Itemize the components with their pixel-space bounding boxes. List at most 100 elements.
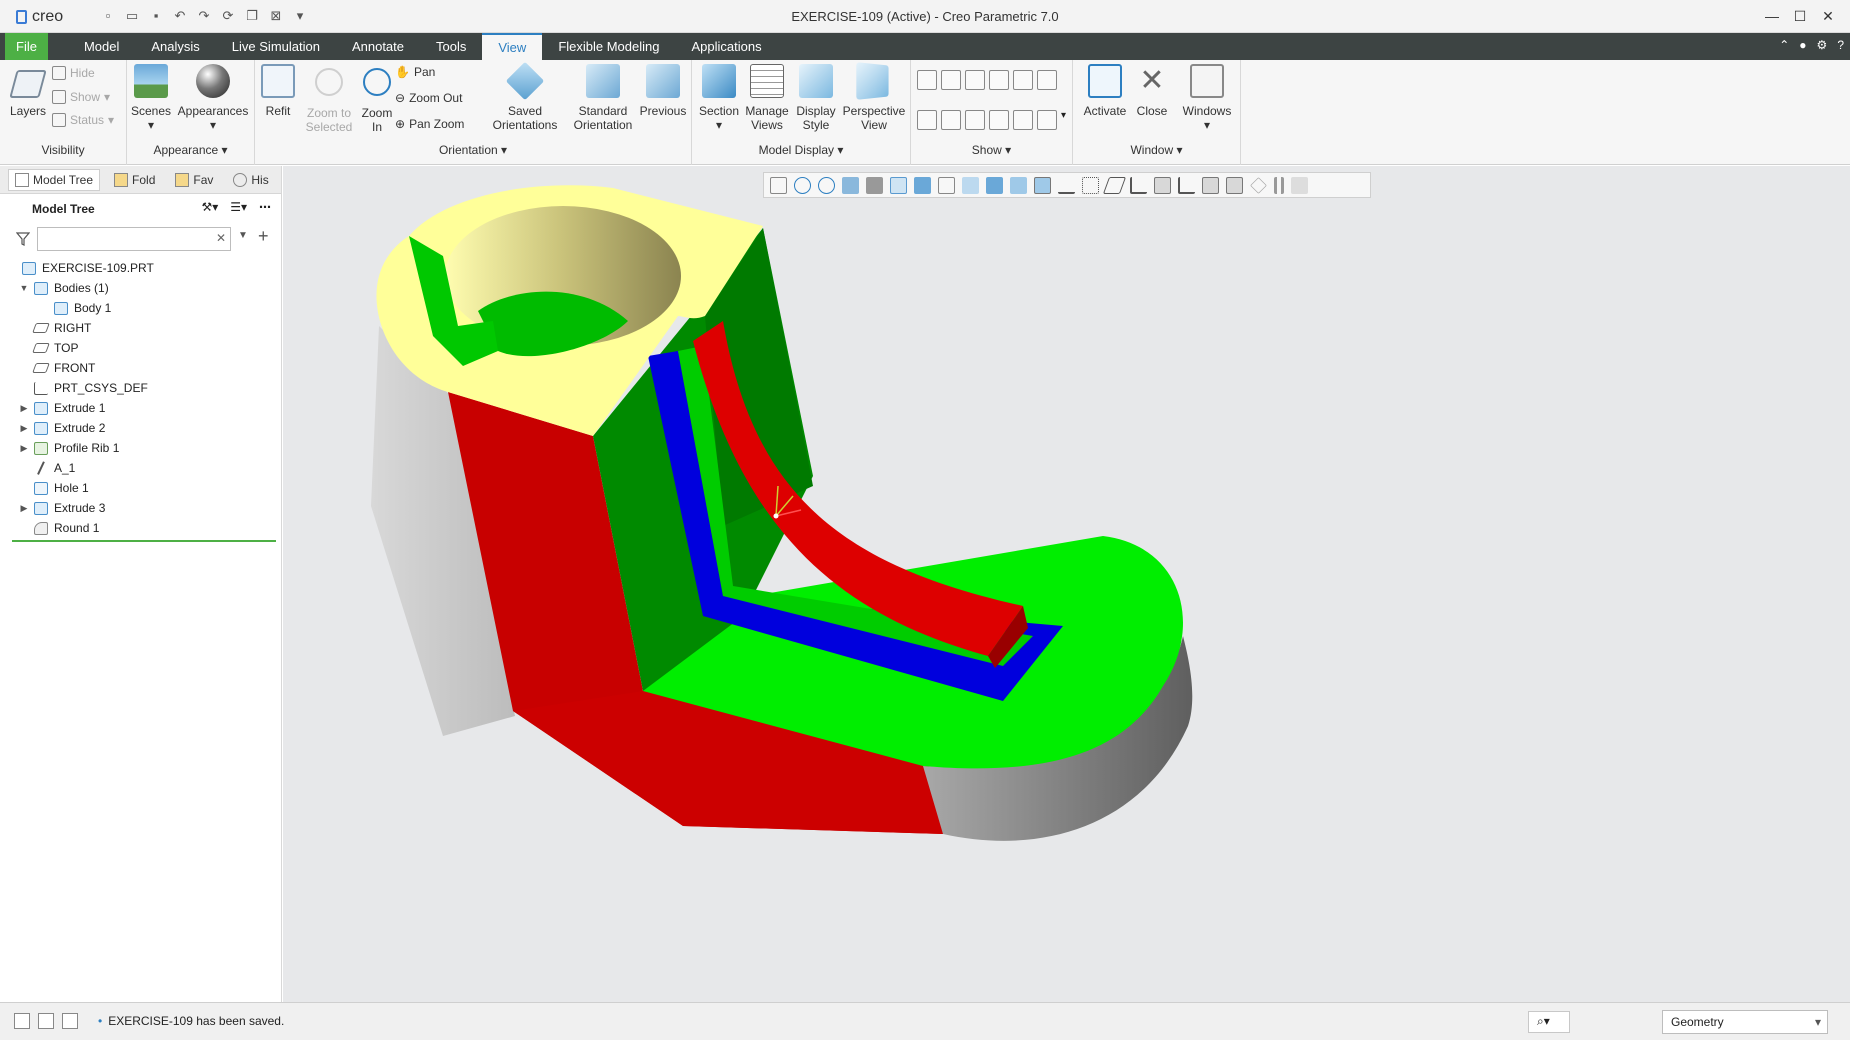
tab-model[interactable]: Model xyxy=(68,33,135,60)
expand-icon[interactable]: ▶ xyxy=(18,503,30,514)
scenes-label: Scenes xyxy=(130,104,172,118)
csys-tag-icon[interactable] xyxy=(989,110,1009,130)
layers-button[interactable]: Layers xyxy=(8,64,48,118)
standard-orientation-button[interactable]: Standard Orientation xyxy=(567,64,639,132)
navigator-toggle-icon[interactable] xyxy=(14,1013,30,1029)
standard-orientation-label: Standard Orientation xyxy=(573,104,633,132)
section-button[interactable]: Section ▾ xyxy=(696,64,742,132)
search-options-dropdown-icon[interactable]: ▼ xyxy=(238,230,248,241)
window-group-label[interactable]: Window ▾ xyxy=(1073,143,1240,157)
tab-favorites[interactable]: Fav xyxy=(169,170,219,190)
tree-item-body-1[interactable]: Body 1 xyxy=(0,298,281,318)
tree-item-bodies[interactable]: ▼ Bodies (1) xyxy=(0,278,281,298)
tree-item-extrude-3[interactable]: ▶ Extrude 3 xyxy=(0,498,281,518)
filter-icon[interactable] xyxy=(16,232,30,246)
close-button[interactable]: ✕ Close xyxy=(1129,64,1175,118)
tree-search-input[interactable] xyxy=(37,227,231,251)
spin-center-icon[interactable] xyxy=(1013,110,1033,130)
tree-filter-icon[interactable]: ⋯ xyxy=(259,200,271,214)
plane-tag-icon[interactable] xyxy=(917,110,937,130)
selection-filter-select[interactable]: Geometry xyxy=(1662,1010,1828,1034)
perspective-view-button[interactable]: Perspective View xyxy=(840,62,908,132)
tree-item-prt-csys-def[interactable]: PRT_CSYS_DEF xyxy=(0,378,281,398)
refit-button[interactable]: Refit xyxy=(259,64,297,118)
pan-button[interactable]: ✋ Pan xyxy=(395,65,435,79)
show-icon xyxy=(52,90,66,104)
display-style-button[interactable]: Display Style xyxy=(792,64,840,132)
status-button[interactable]: Status ▾ xyxy=(52,113,114,127)
manage-views-button[interactable]: Manage Views xyxy=(742,64,792,132)
insert-here-marker[interactable] xyxy=(12,540,276,542)
tab-model-tree[interactable]: Model Tree xyxy=(8,168,101,191)
expand-icon[interactable]: ▶ xyxy=(18,423,30,434)
pan-zoom-button[interactable]: ⊕ Pan Zoom xyxy=(395,117,464,131)
plane-display-icon[interactable] xyxy=(917,70,937,90)
minimize-icon[interactable]: — xyxy=(1760,6,1784,26)
help-icon[interactable]: ? xyxy=(1837,38,1844,52)
tab-applications[interactable]: Applications xyxy=(675,33,777,60)
show-button[interactable]: Show ▾ xyxy=(52,90,110,104)
tree-item-right[interactable]: RIGHT xyxy=(0,318,281,338)
collapse-icon[interactable]: ▼ xyxy=(18,283,30,293)
show-group-label[interactable]: Show ▾ xyxy=(911,143,1072,157)
windows-button[interactable]: Windows ▾ xyxy=(1177,64,1237,132)
browser-toggle-icon[interactable] xyxy=(38,1013,54,1029)
expand-icon[interactable]: ▶ xyxy=(18,403,30,414)
tab-history[interactable]: His xyxy=(227,170,274,190)
activate-button[interactable]: Activate xyxy=(1079,64,1131,118)
find-button[interactable]: ⌕▾ xyxy=(1528,1011,1570,1033)
tab-annotate[interactable]: Annotate xyxy=(336,33,420,60)
tab-view[interactable]: View xyxy=(482,33,543,60)
user-icon[interactable]: ● xyxy=(1799,38,1806,52)
appearances-button[interactable]: Appearances ▾ xyxy=(175,64,251,132)
clear-search-icon[interactable]: ✕ xyxy=(216,231,226,245)
tree-item-top[interactable]: TOP xyxy=(0,338,281,358)
model-3d-view[interactable] xyxy=(283,166,1850,1002)
zoom-out-button[interactable]: ⊖ Zoom Out xyxy=(395,91,462,105)
graphics-window[interactable] xyxy=(283,166,1850,1002)
tree-item-a-1[interactable]: A_1 xyxy=(0,458,281,478)
tab-file[interactable]: File xyxy=(5,33,48,60)
tree-item-round-1[interactable]: Round 1 xyxy=(0,518,281,538)
axis-tag-icon[interactable] xyxy=(941,110,961,130)
tag-display-icon[interactable] xyxy=(1013,70,1033,90)
tree-item-front[interactable]: FRONT xyxy=(0,358,281,378)
model-display-group-label[interactable]: Model Display ▾ xyxy=(692,143,910,157)
scenes-button[interactable]: Scenes ▾ xyxy=(129,64,173,132)
appearance-group-label[interactable]: Appearance ▾ xyxy=(127,143,254,157)
point-tag-icon[interactable] xyxy=(965,110,985,130)
point-display-icon[interactable] xyxy=(965,70,985,90)
collapse-ribbon-icon[interactable]: ⌃ xyxy=(1779,38,1789,52)
maximize-icon[interactable]: ☐ xyxy=(1788,6,1812,26)
tab-model-tree-label: Model Tree xyxy=(33,172,94,187)
hide-button[interactable]: Hide xyxy=(52,66,95,80)
tree-item-hole-1[interactable]: Hole 1 xyxy=(0,478,281,498)
add-filter-icon[interactable]: + xyxy=(258,226,269,247)
zoom-to-selected-button[interactable]: Zoom to Selected xyxy=(299,64,359,134)
saved-orientations-button[interactable]: Saved Orientations xyxy=(487,61,563,132)
settings-icon[interactable]: ⚙ xyxy=(1817,38,1828,52)
tab-live-simulation[interactable]: Live Simulation xyxy=(216,33,336,60)
full-screen-icon[interactable] xyxy=(62,1013,78,1029)
tab-flexible-modeling[interactable]: Flexible Modeling xyxy=(542,33,675,60)
tree-item-exercise-109-prt[interactable]: EXERCISE-109.PRT xyxy=(0,258,281,278)
tree-item-profile-rib-1[interactable]: ▶ Profile Rib 1 xyxy=(0,438,281,458)
show-more-dropdown-icon[interactable]: ▾ xyxy=(1061,110,1066,130)
close-icon[interactable]: ✕ xyxy=(1816,6,1840,26)
part-icon xyxy=(22,261,36,275)
annotation-display-icon[interactable] xyxy=(1037,110,1057,130)
csys-display-icon[interactable] xyxy=(989,70,1009,90)
previous-button[interactable]: Previous xyxy=(636,64,690,118)
orientation-group-label[interactable]: Orientation ▾ xyxy=(255,143,691,157)
tab-analysis[interactable]: Analysis xyxy=(135,33,215,60)
dimension-display-icon[interactable] xyxy=(1037,70,1057,90)
pan-zoom-icon: ⊕ xyxy=(395,117,406,131)
tab-tools[interactable]: Tools xyxy=(420,33,482,60)
tree-item-extrude-1[interactable]: ▶ Extrude 1 xyxy=(0,398,281,418)
expand-icon[interactable]: ▶ xyxy=(18,443,30,454)
tree-item-extrude-2[interactable]: ▶ Extrude 2 xyxy=(0,418,281,438)
tree-columns-icon[interactable]: ☰▾ xyxy=(230,200,247,214)
axis-display-icon[interactable] xyxy=(941,70,961,90)
tab-folder-browser[interactable]: Fold xyxy=(108,170,161,190)
tree-settings-icon[interactable]: ⚒▾ xyxy=(201,200,218,214)
